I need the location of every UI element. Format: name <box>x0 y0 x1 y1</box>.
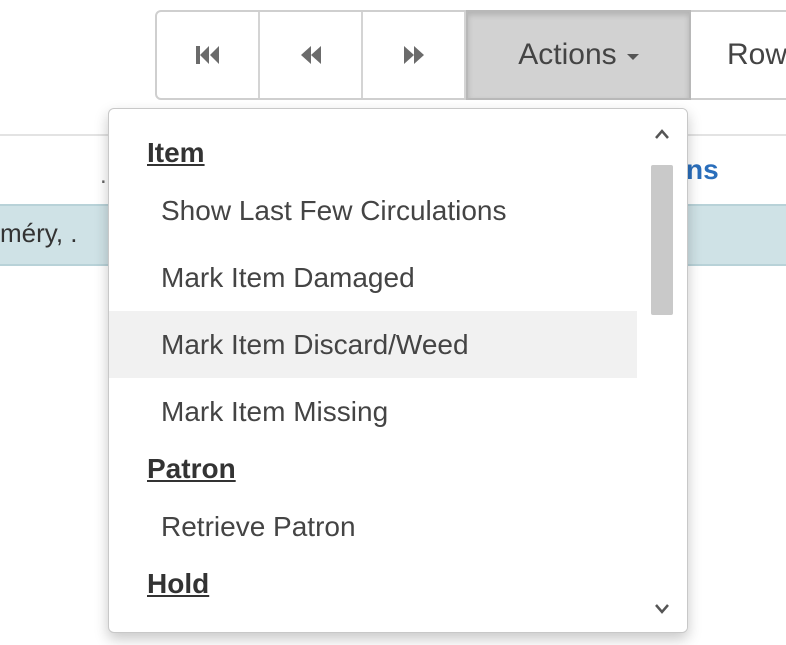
actions-menu-list: Item Show Last Few Circulations Mark Ite… <box>109 129 639 608</box>
row-cell-fragment: méry, . <box>0 218 78 248</box>
next-page-icon <box>402 44 426 66</box>
first-page-button[interactable] <box>157 12 260 98</box>
caret-down-icon <box>626 54 639 60</box>
previous-page-icon <box>299 44 323 66</box>
actions-dropdown-menu: Item Show Last Few Circulations Mark Ite… <box>108 108 688 633</box>
menu-section-header-hold: Hold <box>147 568 210 599</box>
menu-item-mark-item-damaged[interactable]: Mark Item Damaged <box>109 244 639 311</box>
rows-button-label: Row <box>727 38 786 71</box>
menu-section-header-patron: Patron <box>147 453 236 484</box>
chevron-up-icon[interactable] <box>651 123 673 145</box>
menu-section-header-item: Item <box>147 137 205 168</box>
menu-item-mark-item-discard-weed[interactable]: Mark Item Discard/Weed <box>109 311 639 378</box>
stage: . ns méry, . Actions Row Item Show Last … <box>0 0 786 645</box>
menu-item-mark-item-missing[interactable]: Mark Item Missing <box>109 378 639 445</box>
rows-button[interactable]: Row <box>691 12 786 98</box>
grid-toolbar: Actions Row <box>155 10 786 100</box>
scrollbar-thumb[interactable] <box>651 165 673 315</box>
actions-button[interactable]: Actions <box>466 10 691 100</box>
menu-item-show-last-few-circulations[interactable]: Show Last Few Circulations <box>109 177 639 244</box>
previous-page-button[interactable] <box>260 12 363 98</box>
first-page-icon <box>195 44 221 66</box>
menu-item-retrieve-patron[interactable]: Retrieve Patron <box>109 493 639 560</box>
actions-button-label: Actions <box>518 38 617 71</box>
menu-scrollbar[interactable] <box>637 109 687 632</box>
column-header-fragment[interactable]: ns <box>686 154 719 186</box>
column-header-fragment-left: . <box>100 162 107 189</box>
next-page-button[interactable] <box>363 12 466 98</box>
chevron-down-icon[interactable] <box>651 598 673 620</box>
